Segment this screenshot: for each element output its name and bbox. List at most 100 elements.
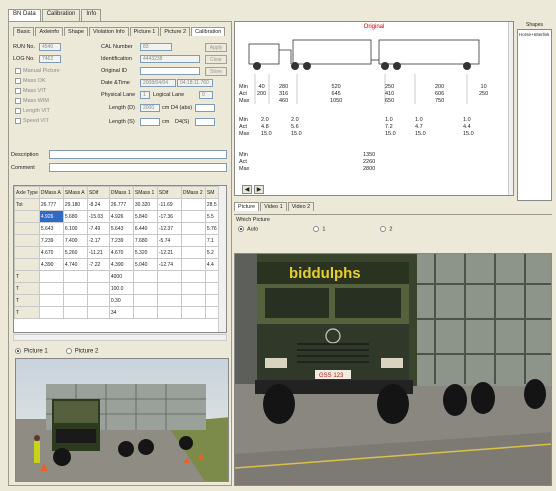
table-cell[interactable]: 0.30 [108,294,134,307]
table-cell[interactable]: -7.49 [86,222,110,235]
table-cell[interactable] [86,270,110,283]
clear-button[interactable]: Clear [205,55,227,64]
table-cell[interactable]: 5.680 [62,210,88,223]
logical-lane-field[interactable]: 0 [199,91,213,99]
table-cell[interactable]: 4.670 [38,246,64,259]
tab-picture-1[interactable]: Picture 1 [129,27,160,36]
shapes-list[interactable] [517,29,552,201]
table-cell[interactable]: 30.320 [132,198,158,211]
table-cell[interactable]: 5.840 [132,210,158,223]
which-1-option[interactable]: 1 [313,226,325,232]
table-cell[interactable]: -12.21 [156,246,182,259]
tab-axleinfo[interactable]: Axleinfo [35,27,64,36]
tab-shape[interactable]: Shape [64,27,88,36]
table-cell[interactable] [180,210,206,223]
table-cell[interactable] [156,306,182,319]
table-row-header[interactable]: T [14,270,40,283]
diagram-vertical-scrollbar[interactable] [508,22,513,195]
table-row[interactable]: 4.926 5.680 -15.03 4.926 5.840 -17.36 5.5 [14,210,219,223]
table-cell[interactable]: -11.69 [156,198,182,211]
length-s-field[interactable] [140,118,160,126]
table-row-header[interactable]: T [14,306,40,319]
tab-info[interactable]: Info [81,9,102,21]
mass-vit-checkbox[interactable] [15,88,21,94]
table-cell[interactable] [180,234,206,247]
table-cell[interactable]: 5.643 [108,222,134,235]
table-row-header[interactable]: T [14,282,40,295]
tab-picture[interactable]: Picture [234,202,260,211]
apply-button[interactable]: Apply [205,43,227,52]
table-row-header[interactable] [14,246,40,259]
table-cell[interactable] [38,294,64,307]
table-cell[interactable] [180,222,206,235]
table-cell[interactable]: -7.22 [86,258,110,271]
table-cell[interactable] [86,282,110,295]
table-row-header[interactable] [14,222,40,235]
table-cell[interactable] [204,294,219,307]
table-row[interactable]: T 34 [14,306,219,319]
run-no-field[interactable]: 4540 [39,43,61,51]
table-cell[interactable]: -12.74 [156,258,182,271]
table-row[interactable]: T 100.0 [14,282,219,295]
table-cell[interactable]: 7.239 [38,234,64,247]
table-cell[interactable]: -11.21 [86,246,110,259]
tab-basic[interactable]: Basic [13,27,35,36]
table-header-cell[interactable]: Axle Type [14,186,40,199]
tab-bn-data[interactable]: BN Data [8,9,41,21]
which-2-option[interactable]: 2 [380,226,392,232]
table-header-cell[interactable]: SMass A [62,186,88,199]
table-cell[interactable] [156,282,182,295]
table-header-cell[interactable]: SDif [156,186,182,199]
cal-number-field[interactable]: 83 [140,43,172,51]
prev-arrow-icon[interactable]: ◀ [242,185,252,194]
table-cell[interactable]: 4.4 [204,258,219,271]
table-cell[interactable] [132,294,158,307]
table-cell[interactable] [156,294,182,307]
tab-video-2[interactable]: Video 2 [287,202,315,211]
table-vertical-scrollbar[interactable] [218,186,226,332]
table-cell[interactable]: 100.0 [108,282,134,295]
which-auto-option[interactable]: Auto [238,226,258,232]
table-cell[interactable]: -5.74 [156,234,182,247]
radio-picture-1[interactable] [15,348,21,354]
table-cell[interactable] [156,270,182,283]
table-row-header[interactable]: Tot [14,198,40,211]
table-cell[interactable] [38,282,64,295]
table-cell[interactable]: 26.777 [38,198,64,211]
table-cell[interactable]: 7.239 [108,234,134,247]
table-cell[interactable]: 6.100 [62,222,88,235]
table-header-cell[interactable]: SM [204,186,219,199]
description-field[interactable] [49,150,227,159]
table-cell[interactable]: 4.926 [108,210,134,223]
d4-abs-field[interactable] [195,104,215,112]
original-id-field[interactable] [140,67,200,75]
table-cell[interactable]: 5.643 [38,222,64,235]
table-cell[interactable]: 5.76 [204,222,219,235]
table-row[interactable]: 5.643 6.100 -7.49 5.643 6.440 -12.37 5.76 [14,222,219,235]
table-header-cell[interactable]: SMass 1 [132,186,158,199]
table-row[interactable]: 7.239 7.400 -2.17 7.239 7.680 -5.74 7.1 [14,234,219,247]
table-cell[interactable]: -2.17 [86,234,110,247]
radio-2[interactable] [380,226,387,232]
table-row-header[interactable] [14,234,40,247]
table-cell[interactable] [38,306,64,319]
length-d-field[interactable]: 2000 [140,104,160,112]
identification-select[interactable]: 4443238 [140,55,200,63]
table-header-cell[interactable]: DMass A [38,186,64,199]
table-row[interactable]: Tot 26.777 29.180 -8.24 26.777 30.320 -11.69 28… [14,198,219,211]
store-button[interactable]: Store [205,67,227,76]
tab-calibration-detail[interactable]: Calibration [191,27,226,36]
table-cell[interactable] [204,306,219,319]
table-cell[interactable] [180,294,206,307]
table-cell[interactable]: -8.24 [86,198,110,211]
mass-ok-checkbox[interactable] [15,78,21,84]
table-row[interactable]: 4.670 5.260 -11.21 4.670 5.320 -12.21 5.2 [14,246,219,259]
table-cell[interactable]: 34 [108,306,134,319]
table-cell[interactable] [86,306,110,319]
table-cell[interactable] [86,294,110,307]
table-cell[interactable] [180,270,206,283]
radio-auto[interactable] [238,226,244,232]
time-field[interactable]: 04:18:11.760 [177,79,213,87]
picture-1-option[interactable]: Picture 1 [15,348,48,355]
table-cell[interactable]: 7.400 [62,234,88,247]
